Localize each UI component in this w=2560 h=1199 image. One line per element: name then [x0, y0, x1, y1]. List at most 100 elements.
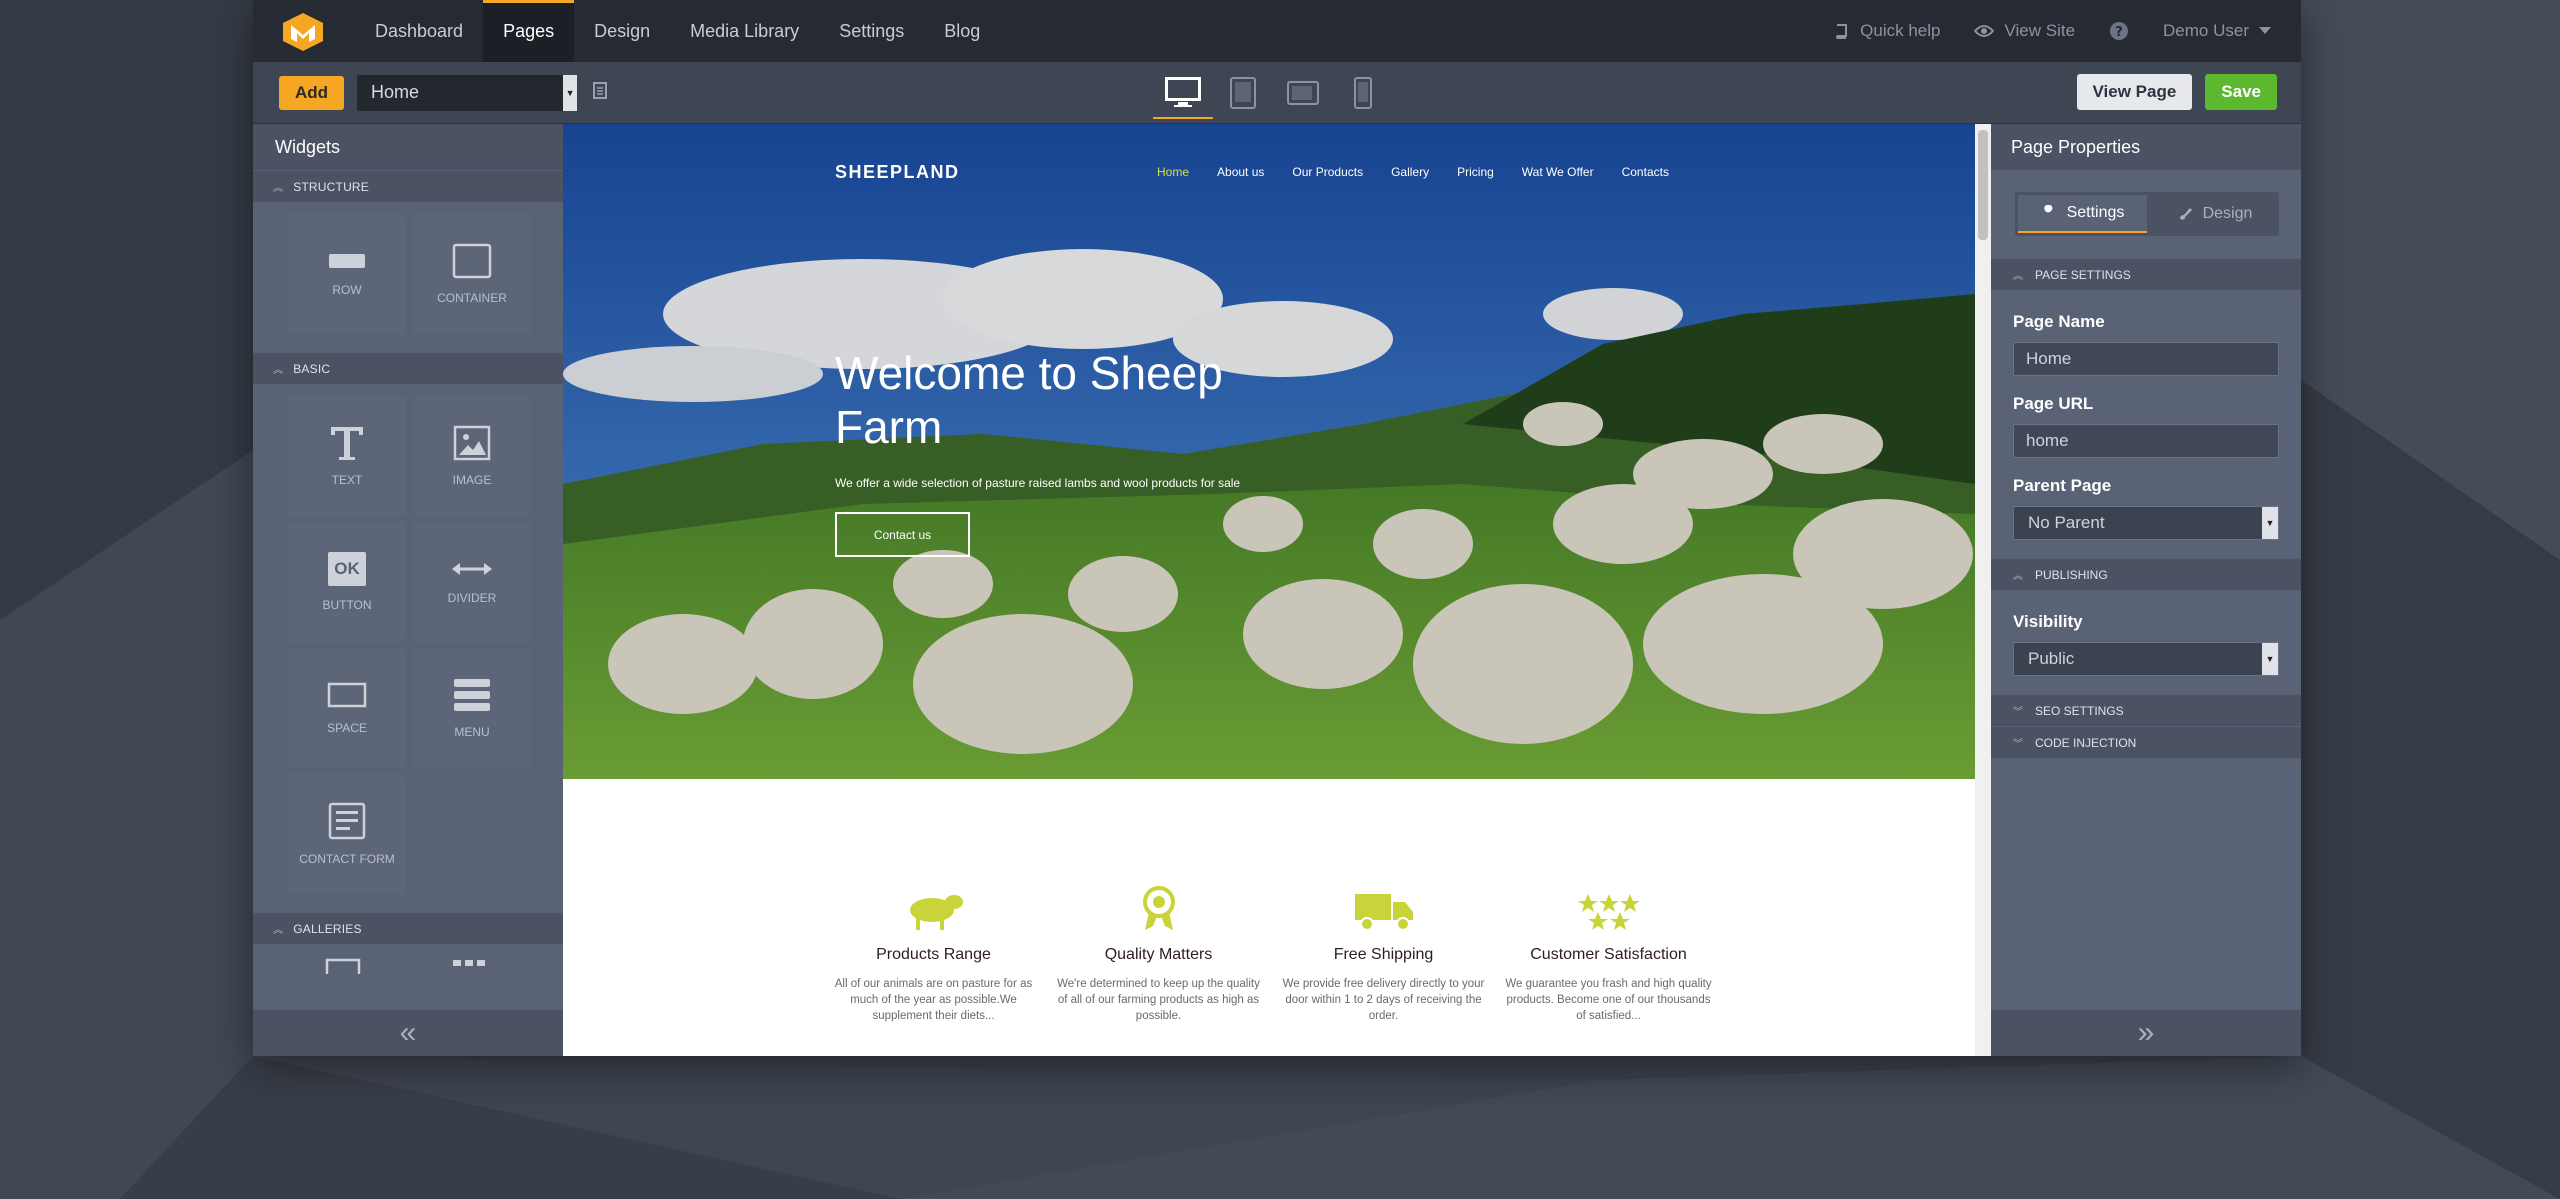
chevron-up-icon: ︽ — [2013, 571, 2023, 582]
nav-media-library[interactable]: Media Library — [670, 0, 819, 62]
canvas-scrollbar[interactable] — [1975, 124, 1991, 1056]
nav-design[interactable]: Design — [574, 0, 670, 62]
section-galleries-label: GALLERIES — [293, 921, 362, 936]
save-button[interactable]: Save — [2205, 74, 2277, 110]
brush-icon — [2179, 208, 2192, 220]
top-right-tools: Quick help View Site ? Demo User — [1834, 21, 2271, 41]
widgets-panel: Widgets ︽ STRUCTURE ROW CONTAINER ︽ BASI… — [253, 124, 563, 1056]
widget-image-label: IMAGE — [452, 473, 492, 487]
feature-item[interactable]: Products Range All of our animals are on… — [821, 884, 1046, 1024]
widget-divider-label: DIVIDER — [447, 591, 497, 605]
editor-toolbar: Add Home ▼ View Page Save — [253, 62, 2301, 124]
page-name-input[interactable]: Home — [2013, 342, 2279, 376]
grid-gallery-icon[interactable] — [451, 958, 487, 968]
site-nav-pricing[interactable]: Pricing — [1457, 165, 1494, 179]
widget-container[interactable]: CONTAINER — [413, 214, 531, 334]
widget-text[interactable]: TEXT — [288, 396, 406, 516]
parent-page-select[interactable]: No Parent ▼ — [2013, 506, 2279, 540]
tablet-landscape-icon[interactable] — [1273, 67, 1333, 119]
chevron-down-icon: ▼ — [563, 74, 578, 111]
feature-item[interactable]: Quality Matters We're determined to keep… — [1046, 884, 1271, 1024]
widget-row-label: ROW — [332, 283, 362, 297]
features-row: Products Range All of our animals are on… — [821, 884, 1721, 1024]
user-menu[interactable]: Demo User — [2163, 21, 2271, 41]
quick-help-link[interactable]: Quick help — [1834, 21, 1940, 41]
logo-icon[interactable] — [279, 7, 327, 55]
section-galleries[interactable]: ︽ GALLERIES — [253, 912, 563, 944]
widget-menu[interactable]: MENU — [413, 648, 531, 768]
feature-item[interactable]: Customer Satisfaction We guarantee you f… — [1496, 884, 1721, 1024]
view-site-link[interactable]: View Site — [1974, 21, 2075, 41]
site-logo[interactable]: SHEEPLAND — [835, 162, 960, 183]
page-canvas[interactable]: SHEEPLAND Home About us Our Products Gal… — [563, 124, 1975, 1056]
section-publishing[interactable]: ︽ PUBLISHING — [1991, 558, 2301, 590]
section-structure[interactable]: ︽ STRUCTURE — [253, 170, 563, 202]
widget-divider[interactable]: DIVIDER — [413, 522, 531, 642]
widgets-title: Widgets — [253, 124, 563, 170]
site-nav-gallery[interactable]: Gallery — [1391, 165, 1429, 179]
section-seo-settings[interactable]: ︾ SEO SETTINGS — [1991, 694, 2301, 726]
book-icon — [1836, 24, 1848, 39]
section-code-label: CODE INJECTION — [2035, 735, 2137, 750]
widget-space-label: SPACE — [327, 721, 367, 735]
truck-icon — [1353, 884, 1415, 932]
button-icon: OK — [328, 552, 366, 586]
visibility-label: Visibility — [2013, 612, 2083, 631]
nav-settings[interactable]: Settings — [819, 0, 924, 62]
visibility-select[interactable]: Public ▼ — [2013, 642, 2279, 676]
widget-image[interactable]: IMAGE — [413, 396, 531, 516]
section-code-injection[interactable]: ︾ CODE INJECTION — [1991, 726, 2301, 758]
feature-title: Free Shipping — [1333, 946, 1434, 963]
site-nav-contacts[interactable]: Contacts — [1622, 165, 1669, 179]
section-basic[interactable]: ︽ BASIC — [253, 352, 563, 384]
nav-dashboard[interactable]: Dashboard — [355, 0, 483, 62]
parent-page-field-group: Parent Page No Parent ▼ — [1991, 476, 2301, 540]
feature-item[interactable]: Free Shipping We provide free delivery d… — [1271, 884, 1496, 1024]
widget-button[interactable]: OK BUTTON — [288, 522, 406, 642]
nav-pages[interactable]: Pages — [483, 0, 575, 62]
hero-subtitle[interactable]: We offer a wide selection of pasture rai… — [835, 476, 1240, 490]
feature-title: Quality Matters — [1104, 946, 1213, 963]
site-nav-about[interactable]: About us — [1217, 165, 1264, 179]
widget-row[interactable]: ROW — [288, 214, 406, 334]
page-name-label: Page Name — [2013, 312, 2105, 331]
scrollbar-thumb[interactable] — [1978, 130, 1988, 240]
tab-settings-label: Settings — [2066, 204, 2125, 221]
nav-blog[interactable]: Blog — [924, 0, 1000, 62]
widget-contact-form[interactable]: CONTACT FORM — [288, 774, 406, 894]
quick-help-label: Quick help — [1860, 21, 1941, 40]
tab-design[interactable]: Design — [2150, 192, 2279, 236]
site-nav-home[interactable]: Home — [1157, 165, 1189, 179]
section-page-settings[interactable]: ︽ PAGE SETTINGS — [1991, 258, 2301, 290]
widget-space[interactable]: SPACE — [288, 648, 406, 768]
menu-icon — [454, 679, 490, 711]
hero-title[interactable]: Welcome to Sheep Farm — [835, 346, 1255, 454]
page-url-field-group: Page URL home — [1991, 394, 2301, 458]
tab-settings[interactable]: Settings — [2018, 195, 2147, 233]
help-button[interactable]: ? — [2109, 21, 2129, 41]
view-page-button[interactable]: View Page — [2076, 74, 2193, 110]
visibility-field-group: Visibility Public ▼ — [1991, 612, 2301, 676]
phone-icon[interactable] — [1333, 67, 1393, 119]
site-nav-links: Home About us Our Products Gallery Prici… — [1157, 165, 1669, 179]
chevron-up-icon: ︽ — [273, 925, 284, 936]
gallery-icon[interactable] — [325, 958, 361, 974]
galleries-widgets — [253, 944, 563, 974]
chevron-down-icon: ▼ — [2262, 507, 2278, 539]
page-url-input[interactable]: home — [2013, 424, 2279, 458]
page-properties-panel: Page Properties Settings Design ︽ PAGE S… — [1991, 124, 2301, 1056]
desktop-icon[interactable] — [1153, 67, 1213, 119]
page-select[interactable]: Home ▼ — [357, 74, 578, 111]
page-copy-icon[interactable] — [591, 80, 609, 105]
tablet-icon[interactable] — [1213, 67, 1273, 119]
hero-contact-button[interactable]: Contact us — [835, 512, 970, 557]
hero-section[interactable]: SHEEPLAND Home About us Our Products Gal… — [563, 124, 1975, 779]
add-button[interactable]: Add — [279, 75, 345, 110]
collapse-right-button[interactable]: » — [1991, 1010, 2301, 1056]
chevron-up-icon: ︽ — [273, 365, 284, 376]
collapse-left-button[interactable]: « — [253, 1010, 563, 1056]
widget-contact-form-label: CONTACT FORM — [299, 852, 395, 866]
site-nav-products[interactable]: Our Products — [1292, 165, 1363, 179]
image-icon — [453, 425, 491, 461]
site-nav-offer[interactable]: Wat We Offer — [1522, 165, 1594, 179]
